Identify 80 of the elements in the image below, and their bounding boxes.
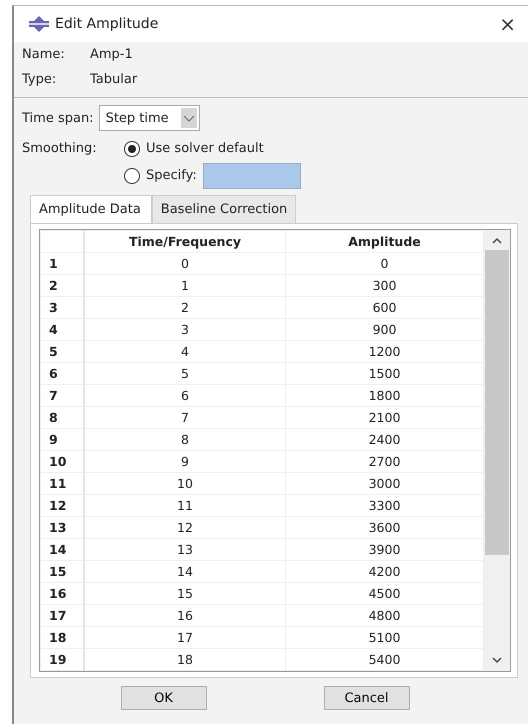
scroll-down-icon[interactable] [490, 655, 504, 665]
row-number: 2 [40, 274, 84, 296]
table-cell: 3300 [286, 494, 484, 516]
app-icon [28, 16, 50, 32]
table-cell: 1 [84, 274, 286, 296]
table-cell: 300 [286, 274, 484, 296]
table-cell: 17 [84, 626, 286, 648]
tab[interactable]: Baseline Correction [152, 195, 296, 223]
window-title: Edit Amplitude [55, 16, 160, 32]
table-cell: 11 [84, 494, 286, 516]
row-number: 6 [40, 362, 84, 384]
table-cell: 13 [84, 538, 286, 560]
row-number: 5 [40, 340, 84, 362]
table-cell: 2700 [286, 450, 484, 472]
field-label: Smoothing: [22, 140, 98, 158]
table-cell: 4500 [286, 582, 484, 604]
radio-option[interactable]: Specify: [124, 168, 197, 184]
table-cell: 600 [286, 296, 484, 318]
row-number: 15 [40, 560, 84, 582]
table-cell: 4 [84, 340, 286, 362]
table-cell: 0 [286, 252, 484, 274]
name-value: Amp-1 [90, 47, 133, 62]
tab[interactable]: Amplitude Data [30, 195, 152, 223]
table-cell: 2400 [286, 428, 484, 450]
table-cell: 5 [84, 362, 286, 384]
field-label: Time span: [22, 110, 94, 126]
table-cell: 3600 [286, 516, 484, 538]
row-number: 13 [40, 516, 84, 538]
table-cell: 4200 [286, 560, 484, 582]
table-cell: 3 [84, 318, 286, 340]
table-cell: 2100 [286, 406, 484, 428]
column-header: Time/Frequency [84, 230, 286, 252]
table-cell: 1200 [286, 340, 484, 362]
dialog-button[interactable]: Cancel [324, 686, 410, 710]
table-cell: 10 [84, 472, 286, 494]
table-cell: 8 [84, 428, 286, 450]
row-number: 4 [40, 318, 84, 340]
table-cell: 5100 [286, 626, 484, 648]
table-cell: 9 [84, 450, 286, 472]
chevron-down-icon [180, 108, 197, 128]
table-cell: 4800 [286, 604, 484, 626]
dialog-button[interactable]: OK [120, 686, 206, 710]
row-number: 16 [40, 582, 84, 604]
table-cell: 0 [84, 252, 286, 274]
row-number: 9 [40, 428, 84, 450]
row-number: 11 [40, 472, 84, 494]
row-number: 1 [40, 252, 84, 274]
table-cell: 1800 [286, 384, 484, 406]
table-cell: 5400 [286, 648, 484, 670]
type-value: Tabular [90, 72, 138, 87]
table-cell: 15 [84, 582, 286, 604]
close-button[interactable]: × [495, 12, 520, 36]
table-cell: 7 [84, 406, 286, 428]
row-number: 14 [40, 538, 84, 560]
row-number: 18 [40, 626, 84, 648]
row-number: 7 [40, 384, 84, 406]
row-number: 3 [40, 296, 84, 318]
field-label: Name: [22, 47, 66, 62]
row-number: 12 [40, 494, 84, 516]
table-cell: 16 [84, 604, 286, 626]
time-span-dropdown[interactable]: Step time [98, 105, 200, 131]
table-cell: 14 [84, 560, 286, 582]
table-cell: 3000 [286, 472, 484, 494]
table-cell: 18 [84, 648, 286, 670]
table-cell: 3900 [286, 538, 484, 560]
table-cell: 1500 [286, 362, 484, 384]
row-number: 17 [40, 604, 84, 626]
row-number: 10 [40, 450, 84, 472]
row-number: 8 [40, 406, 84, 428]
field-label: Type: [22, 72, 58, 87]
scroll-up-icon[interactable] [490, 236, 504, 246]
table-cell: 900 [286, 318, 484, 340]
column-header: Amplitude [286, 230, 484, 252]
scrollbar-thumb[interactable] [485, 250, 509, 555]
radio-option[interactable]: Use solver default [124, 140, 264, 156]
table-cell: 12 [84, 516, 286, 538]
table-cell: 6 [84, 384, 286, 406]
input-field[interactable] [202, 162, 301, 188]
table-cell: 2 [84, 296, 286, 318]
row-number: 19 [40, 648, 84, 670]
